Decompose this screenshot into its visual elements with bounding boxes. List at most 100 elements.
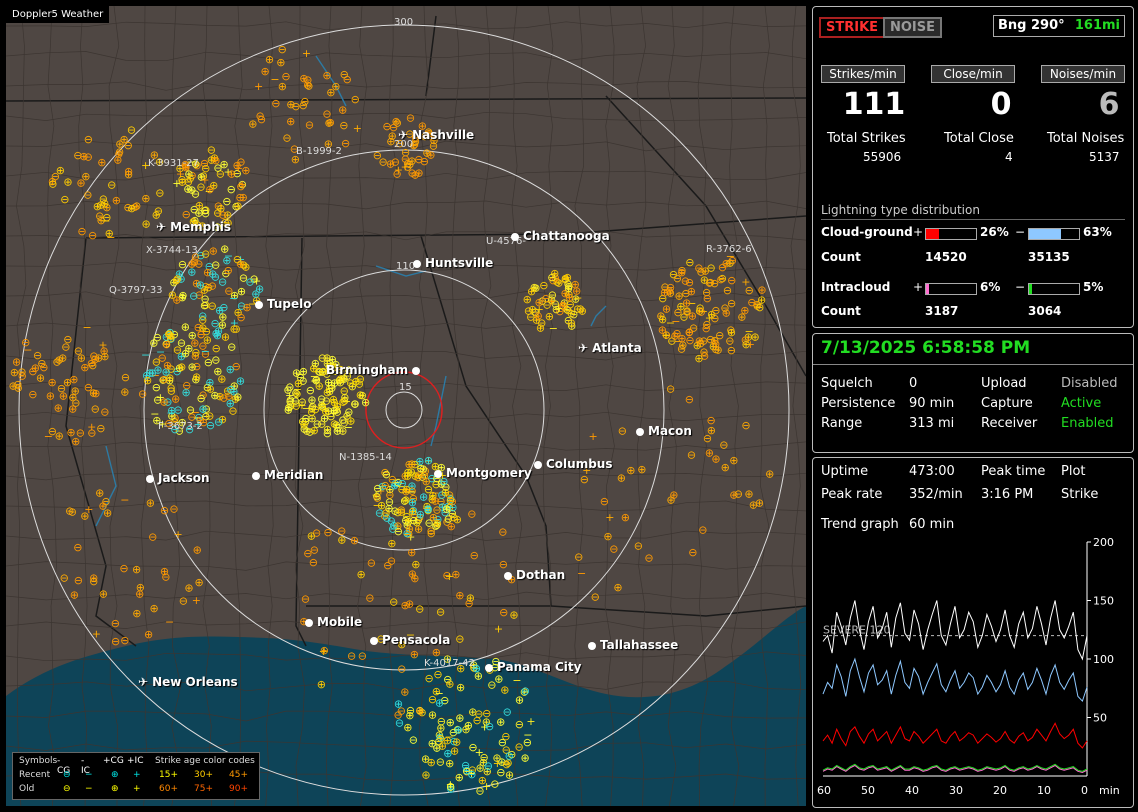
settings-panel: 7/13/2025 6:58:58 PM Squelch 0 Upload Di… [812,333,1134,453]
strike-marker: ⊖ [485,720,494,733]
city-montgomery[interactable]: Montgomery [434,466,532,480]
strike-marker: ⊖ [120,634,129,647]
range-value[interactable]: 313 mi [909,416,954,431]
strike-marker: − [141,348,150,361]
strike-marker: ⊕ [658,313,667,326]
strike-marker: ⊕ [445,757,454,770]
strike-marker: ⊖ [212,342,221,355]
strike-marker: ⊕ [310,424,319,437]
strike-marker: ⊖ [666,383,675,396]
strike-marker: ⊖ [406,112,415,125]
receiver-value[interactable]: Enabled [1061,416,1114,431]
plus-sign: + [913,280,924,294]
city-nashville[interactable]: ✈ Nashville [398,128,474,142]
city-new-orleans[interactable]: ✈ New Orleans [138,675,238,689]
strike-indicator[interactable]: STRIKE [819,17,886,38]
strike-marker: ⊕ [124,165,133,178]
strike-marker: ⊕ [729,454,738,467]
strike-marker: ⊖ [173,404,182,417]
cg-pos-fill [926,229,939,239]
city-pensacola[interactable]: Pensacola [370,633,450,647]
city-memphis[interactable]: ✈ Memphis [156,220,231,234]
city-mobile[interactable]: Mobile [305,615,362,629]
city-panama-city[interactable]: Panama City [485,660,581,674]
city-huntsville[interactable]: Huntsville [413,256,493,270]
plot-value[interactable]: Strike [1061,487,1098,502]
noise-indicator[interactable]: NOISE [883,17,943,38]
city-dothan[interactable]: Dothan [504,568,565,582]
strike-marker: − [165,616,174,629]
strike-marker: + [173,528,182,541]
city-chattanooga[interactable]: Chattanooga [511,229,610,243]
strike-marker: ⊕ [338,104,347,117]
storm-label[interactable]: Q-3797-33 [109,285,163,296]
capture-value[interactable]: Active [1061,396,1101,411]
strike-marker: ⊖ [200,293,209,306]
strike-marker: ⊖ [89,575,98,588]
dot-icon [636,427,644,436]
strike-marker: ⊖ [734,487,743,500]
peak-time-value: 3:16 PM [981,487,1034,502]
strike-marker: ⊕ [276,56,285,69]
strike-marker: ⊕ [428,709,437,722]
storm-label[interactable]: K-3931-27 [148,158,199,169]
strike-marker: ⊕ [509,608,518,621]
strike-marker: ⊖ [60,571,69,584]
storm-label[interactable]: B-1999-2 [296,146,342,157]
x-tick-label: 60 [817,784,831,797]
strike-marker: ⊕ [68,403,77,416]
strike-marker: ⊕ [665,285,674,298]
strike-marker: ⊖ [448,495,457,508]
strike-marker: ⊕ [127,202,136,215]
strike-marker: ⊖ [338,395,347,408]
storm-label[interactable]: X-3744-13 [146,245,198,256]
city-columbus[interactable]: Columbus [534,457,613,471]
city-meridian[interactable]: Meridian [252,468,323,482]
strike-marker: ⊖ [100,405,109,418]
storm-label[interactable]: N-1385-14 [339,452,392,463]
strike-marker: − [270,73,279,86]
strike-marker: ⊖ [687,448,696,461]
strike-marker: ⊖ [706,262,715,275]
persistence-value[interactable]: 90 min [909,396,954,411]
strike-marker: ⊕ [744,488,753,501]
strike-marker: ⊕ [220,243,229,256]
strike-marker: ⊖ [107,179,116,192]
strike-marker: ⊖ [719,439,728,452]
strike-marker: + [172,177,181,190]
strike-marker: ⊕ [299,418,308,431]
strike-marker: ⊕ [132,607,141,620]
city-macon[interactable]: Macon [636,424,692,438]
upload-value[interactable]: Disabled [1061,376,1117,391]
cg-neg-recent-icon: ⊖ [63,770,71,780]
city-jackson[interactable]: Jackson [146,471,210,485]
x-tick-label: 10 [1037,784,1051,797]
map-canvas[interactable]: ⊖⊖⊕⊕⊕⊕−−⊖⊖ ⊕⊖⊖⊖⊕⊖⊖⊕⊖+⊕⊖⊕ ⊕⊖⊖⊖⊖⊖⊕⊖⊖⊖⊕− ⊖⊕⊖⊕⊖… [6,6,806,806]
storm-label[interactable]: R-3762-6 [706,244,752,255]
city-atlanta[interactable]: ✈ Atlanta [578,341,642,355]
city-tupelo[interactable]: Tupelo [255,297,312,311]
x-tick-label: 40 [905,784,919,797]
strike-marker: ⊖ [449,511,458,524]
bearing-readout: Bng 290° 161mi [993,15,1125,37]
city-birmingham[interactable]: Birmingham [326,363,424,377]
strike-marker: ⊕ [707,424,716,437]
strikes-per-min-button[interactable]: Strikes/min [821,65,905,83]
strike-marker: ⊕ [727,326,736,339]
lightning-map[interactable]: ⊖ ⊖ ⊕ ⊕ ⊕ ⊕ − − ⊖ ⊖ ⊕ ⊖ ⊖ ⊖ ⊕ ⊖ ⊖ ⊕ ⊖ + ⊕ ⊖ ⊕ ⊕ ⊖ ⊖ ⊖ ⊖ ⊖ ⊕ ⊖ ⊖ ⊖ ⊕ − ⊖ ⊕ ⊖ ⊕ ⊖… [6,6,806,806]
strike-marker: ⊖ [716,273,725,286]
storm-label[interactable]: F-3673-2 [158,421,203,432]
city-tallahassee[interactable]: Tallahassee [588,638,678,652]
strike-marker: ⊖ [305,119,314,132]
strike-marker: ⊕ [626,464,635,477]
squelch-value[interactable]: 0 [909,376,917,391]
strike-marker: ⊖ [83,188,92,201]
strike-marker: ⊖ [318,400,327,413]
noises-per-min-button[interactable]: Noises/min [1041,65,1125,83]
close-per-min-button[interactable]: Close/min [931,65,1015,83]
strike-marker: ⊖ [307,406,316,419]
storm-label[interactable]: K-4017-42 [424,658,475,669]
strike-marker: ⊖ [499,606,508,619]
strike-marker: ⊖ [278,43,287,56]
strike-marker: + [353,122,362,135]
